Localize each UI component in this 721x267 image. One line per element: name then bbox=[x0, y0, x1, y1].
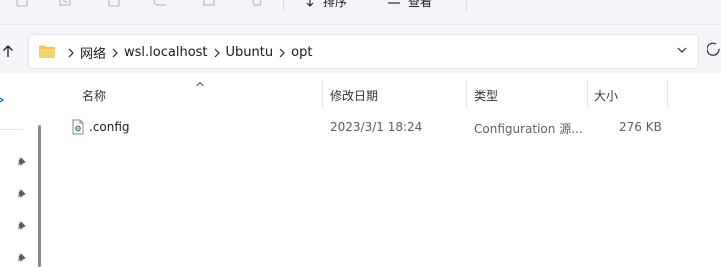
file-size: 276 KB bbox=[619, 120, 662, 134]
chevron-right-icon bbox=[106, 45, 124, 59]
cut-icon[interactable] bbox=[15, 0, 29, 7]
column-header-type[interactable]: 类型 bbox=[474, 87, 498, 104]
column-header-modified[interactable]: 修改日期 bbox=[330, 87, 378, 104]
view-button[interactable]: 查看 bbox=[408, 0, 432, 10]
sort-button[interactable]: 排序 bbox=[323, 0, 347, 10]
refresh-button[interactable] bbox=[706, 41, 721, 60]
chevron-right-icon bbox=[208, 45, 226, 59]
up-button[interactable] bbox=[0, 40, 16, 62]
breadcrumb-item-opt[interactable]: opt bbox=[291, 45, 312, 60]
refresh-icon bbox=[706, 42, 720, 56]
paste-icon[interactable] bbox=[107, 0, 121, 7]
pin-icon[interactable] bbox=[17, 188, 27, 202]
breadcrumb: 网络 wsl.localhost Ubuntu opt bbox=[38, 42, 312, 62]
pin-icon[interactable] bbox=[17, 252, 27, 266]
column-divider[interactable] bbox=[322, 80, 323, 108]
file-type: Configuration 源... bbox=[474, 122, 583, 136]
column-divider[interactable] bbox=[587, 80, 588, 108]
sort-ascending-icon bbox=[195, 77, 205, 91]
file-name[interactable]: .config bbox=[89, 120, 130, 134]
rename-icon[interactable] bbox=[152, 0, 170, 7]
file-modified: 2023/3/1 18:24 bbox=[330, 120, 423, 134]
copy-icon[interactable] bbox=[58, 0, 74, 7]
column-divider[interactable] bbox=[667, 80, 668, 108]
navigation-pane bbox=[0, 73, 33, 267]
arrow-up-icon bbox=[3, 45, 13, 57]
column-header-size[interactable]: 大小 bbox=[594, 87, 618, 104]
breadcrumb-item-wsl[interactable]: wsl.localhost bbox=[124, 45, 208, 60]
toolbar-separator bbox=[466, 0, 467, 12]
folder-icon bbox=[38, 44, 56, 60]
config-file-icon bbox=[71, 119, 85, 138]
column-header-name[interactable]: 名称 bbox=[82, 87, 106, 104]
breadcrumb-item-ubuntu[interactable]: Ubuntu bbox=[226, 45, 274, 60]
pin-icon[interactable] bbox=[17, 220, 27, 234]
nav-divider bbox=[0, 129, 23, 130]
nav-scrollbar[interactable] bbox=[38, 125, 41, 267]
home-nav-marker[interactable] bbox=[0, 92, 5, 103]
pin-icon[interactable] bbox=[17, 156, 27, 170]
view-icon bbox=[387, 0, 401, 7]
column-divider[interactable] bbox=[466, 80, 467, 108]
breadcrumb-item-network[interactable]: 网络 bbox=[80, 43, 106, 62]
address-dropdown-button[interactable] bbox=[676, 44, 688, 58]
chevron-down-icon bbox=[677, 47, 687, 53]
file-list bbox=[46, 73, 721, 267]
sort-icon bbox=[306, 0, 320, 7]
delete-icon[interactable] bbox=[250, 0, 264, 7]
chevron-right-icon bbox=[62, 45, 80, 59]
share-icon[interactable] bbox=[202, 0, 216, 7]
toolbar-separator bbox=[283, 0, 284, 12]
chevron-right-icon bbox=[273, 45, 291, 59]
